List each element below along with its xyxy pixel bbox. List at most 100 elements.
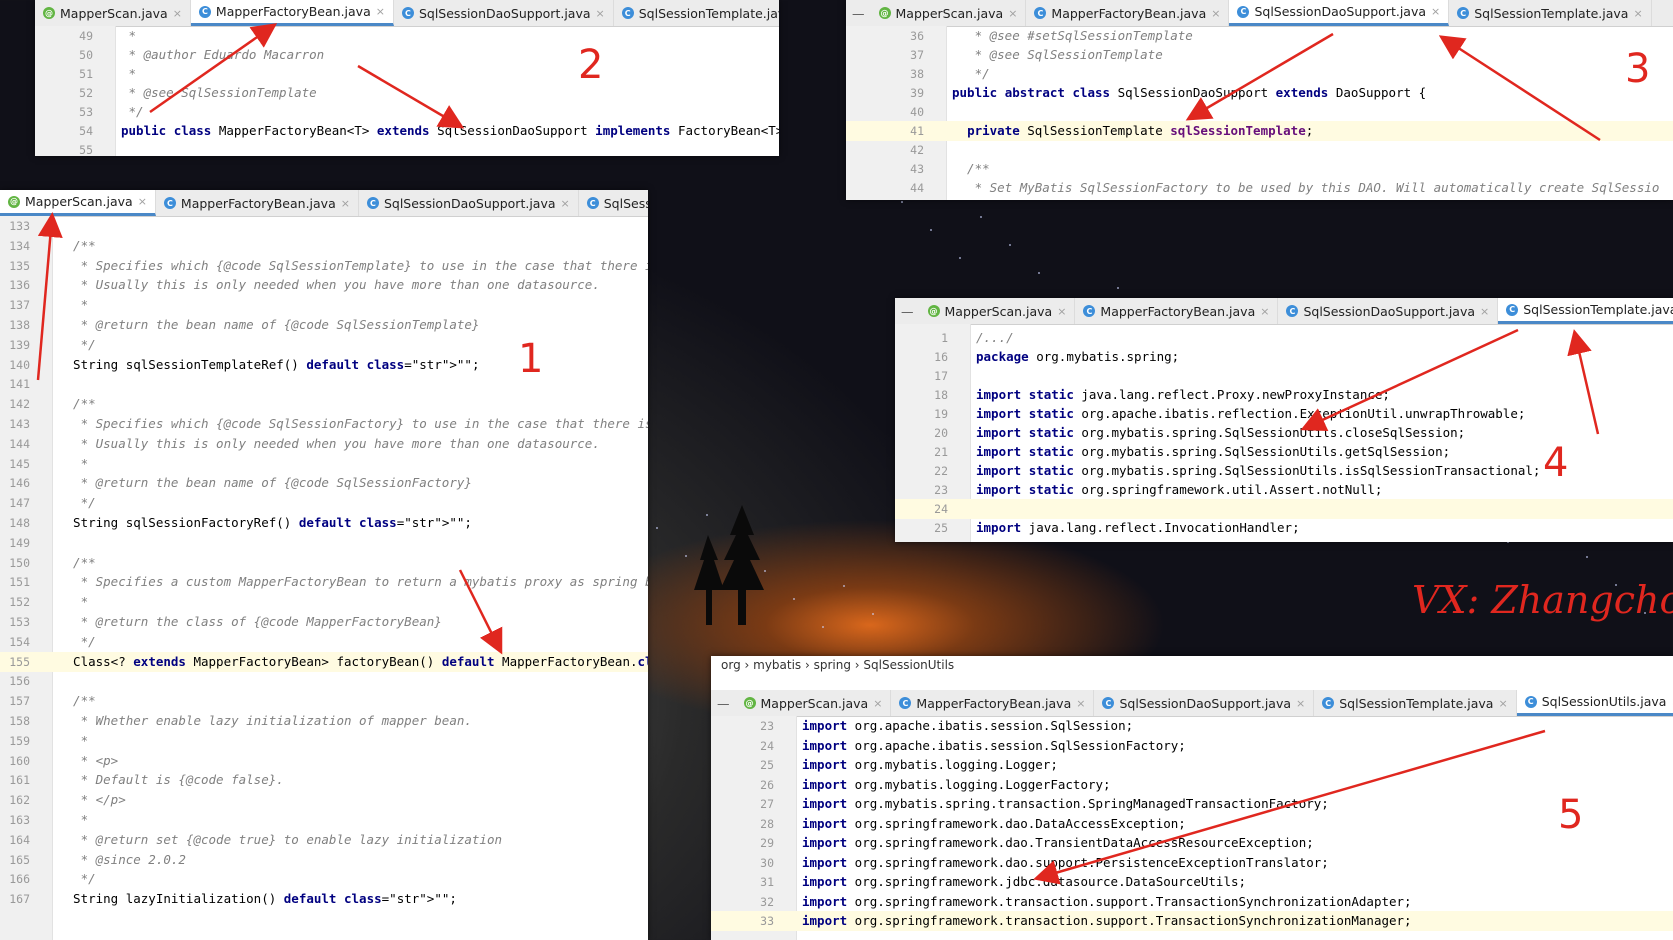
editor-tab[interactable]: CSqlSessionTemplate.java× — [614, 0, 779, 26]
close-tab-icon[interactable]: × — [1260, 305, 1269, 318]
code-line: 41 private SqlSessionTemplate sqlSession… — [846, 121, 1673, 141]
collapse-editor-button[interactable]: — — [711, 690, 736, 716]
editor-panel-sql-session-utils: org › mybatis › spring › SqlSessionUtils… — [711, 656, 1673, 940]
close-tab-icon[interactable]: × — [596, 7, 605, 20]
line-number: 133 — [9, 219, 30, 233]
code-line: 32 import org.springframework.transaction… — [711, 892, 1673, 912]
editor-panel-mapper-factory-bean: @ MapperScan.java × C MapperFactoryBean.java… — [35, 0, 779, 156]
close-tab-icon[interactable]: × — [376, 5, 385, 18]
editor-tab-label: MapperFactoryBean.java — [1051, 5, 1207, 21]
breadcrumb-item[interactable]: mybatis — [753, 658, 801, 672]
line-number: 137 — [9, 298, 30, 313]
annotation-icon: @ — [743, 697, 756, 709]
close-tab-icon[interactable]: × — [561, 197, 570, 210]
editor-tab[interactable]: CSqlSessionTemplate.java× — [1498, 298, 1673, 324]
editor-tab[interactable]: @ MapperScan.java × — [871, 0, 1027, 26]
code-line: 18 import static java.lang.reflect.Proxy.… — [895, 385, 1673, 405]
line-number: 43 — [910, 162, 924, 176]
editor-tab[interactable]: C MapperFactoryBean.java × — [891, 690, 1095, 716]
code-text: * <p> — [58, 752, 119, 768]
close-tab-icon[interactable]: × — [341, 197, 350, 210]
class-icon: C — [1506, 303, 1519, 316]
close-tab-icon[interactable]: × — [1076, 697, 1085, 710]
code-area[interactable]: 133 134 /** 135 * Specifies which {@code S… — [0, 216, 648, 940]
code-line: 144 * Usually this is only needed when y… — [0, 434, 648, 454]
line-number: 135 — [9, 258, 30, 273]
code-line: 28 import org.springframework.dao.DataAcc… — [711, 814, 1673, 834]
close-tab-icon[interactable]: × — [1296, 697, 1305, 710]
code-text: * @see #setSqlSessionTemplate — [952, 28, 1193, 43]
editor-tab[interactable]: CSqlSessionTemplate.java× — [1449, 0, 1652, 26]
editor-tab[interactable]: C SqlSessionDaoSupport.java × — [1229, 0, 1450, 26]
collapse-editor-button[interactable]: — — [895, 298, 920, 324]
star — [1586, 556, 1588, 558]
editor-tab[interactable]: C SqlSessionDaoSupport.java × — [1094, 690, 1315, 716]
breadcrumb-separator: › — [740, 658, 754, 672]
editor-tab[interactable]: C SqlSessionDaoSupport.java × — [1278, 298, 1499, 324]
code-line: 134 /** — [0, 236, 648, 256]
editor-tab[interactable]: CSqlSessionTemplate.java× — [1314, 690, 1517, 716]
line-number: 146 — [9, 476, 30, 491]
close-tab-icon[interactable]: × — [173, 7, 182, 20]
code-line: 139 */ — [0, 335, 648, 355]
breadcrumb[interactable]: org › mybatis › spring › SqlSessionUtils — [721, 658, 954, 672]
editor-tab[interactable]: C MapperFactoryBean.java × — [190, 0, 394, 26]
editor-tab[interactable]: C SqlSessionDaoSupport.java × — [359, 190, 579, 216]
code-line: 27 import org.mybatis.spring.transaction.… — [711, 794, 1673, 814]
line-number: 158 — [9, 714, 30, 728]
close-tab-icon[interactable]: × — [873, 697, 882, 710]
editor-tab[interactable]: @ MapperScan.java × — [0, 190, 156, 216]
close-tab-icon[interactable]: × — [1480, 305, 1489, 318]
code-text: public abstract class SqlSessionDaoSuppo… — [952, 85, 1427, 100]
collapse-editor-button[interactable]: — — [846, 0, 871, 26]
editor-tab[interactable]: CSqlSessionUtils.java× — [1516, 690, 1673, 716]
close-tab-icon[interactable]: × — [1633, 7, 1642, 20]
editor-tab[interactable]: @ MapperScan.java × — [920, 298, 1076, 324]
editor-tab[interactable]: C MapperFactoryBean.java × — [156, 190, 359, 216]
editor-tab[interactable]: @ MapperScan.java × — [35, 0, 191, 26]
code-line: 1 /.../ — [895, 328, 1673, 348]
code-area[interactable]: 36 * @see #setSqlSessionTemplate 37 * @se… — [846, 26, 1673, 200]
line-number: 42 — [910, 143, 924, 157]
step-label-1: 1 — [518, 336, 544, 382]
close-tab-icon[interactable]: × — [1057, 305, 1066, 318]
code-line: 24 import org.apache.ibatis.session.SqlSe… — [711, 736, 1673, 756]
line-number: 31 — [760, 875, 774, 889]
class-icon: C — [1524, 695, 1537, 708]
editor-tab[interactable]: C MapperFactoryBean.java × — [1026, 0, 1230, 26]
code-line: 50 * @author Eduardo Macarron — [35, 45, 779, 65]
code-line: 152 * — [0, 592, 648, 612]
code-area[interactable]: 49 * 50 * @author Eduardo Macarron 51 * 52 … — [35, 26, 779, 156]
annotation-icon: @ — [927, 305, 940, 317]
breadcrumb-item[interactable]: spring — [814, 658, 851, 672]
code-line: 140 String sqlSessionTemplateRef() defau… — [0, 355, 648, 375]
code-line: 44 * Set MyBatis SqlSessionFactory to be… — [846, 178, 1673, 198]
close-tab-icon[interactable]: × — [1211, 7, 1220, 20]
close-tab-icon[interactable]: × — [1008, 7, 1017, 20]
editor-tab-label: SqlSessionTem — [603, 195, 648, 211]
editor-tab[interactable]: CSqlSessionTem× — [579, 190, 648, 216]
breadcrumb-item[interactable]: SqlSessionUtils — [863, 658, 954, 672]
code-line: 26 import org.mybatis.logging.LoggerFacto… — [711, 775, 1673, 795]
code-area[interactable]: 23 import org.apache.ibatis.session.SqlSe… — [711, 716, 1673, 940]
editor-tab[interactable]: C MapperFactoryBean.java × — [1075, 298, 1279, 324]
code-text: import static java.lang.reflect.Proxy.ne… — [976, 387, 1390, 402]
editor-tab[interactable]: @ MapperScan.java × — [736, 690, 892, 716]
code-text: /** — [58, 693, 96, 709]
line-number: 149 — [9, 535, 30, 550]
close-tab-icon[interactable]: × — [138, 195, 147, 208]
code-text: import org.springframework.transaction.s… — [802, 913, 1412, 928]
breadcrumb-item[interactable]: org — [721, 658, 741, 672]
code-area[interactable]: 1 /.../ 16 package org.mybatis.spring; 17 18 i… — [895, 324, 1673, 542]
editor-tab[interactable]: C SqlSessionDaoSupport.java × — [394, 0, 614, 26]
editor-tab-label: MapperFactoryBean.java — [180, 195, 336, 211]
line-number: 160 — [9, 753, 30, 768]
editor-tab-label: SqlSessionDaoSupport.java — [1303, 303, 1476, 319]
close-tab-icon[interactable]: × — [1431, 5, 1440, 18]
code-line: 158 * Whether enable lazy initialization… — [0, 711, 648, 731]
code-text: import org.mybatis.spring.transaction.Sp… — [802, 796, 1329, 811]
code-text: */ — [121, 104, 144, 119]
line-number: 38 — [910, 67, 924, 81]
code-line: 165 * @since 2.0.2 — [0, 850, 648, 870]
close-tab-icon[interactable]: × — [1498, 697, 1507, 710]
